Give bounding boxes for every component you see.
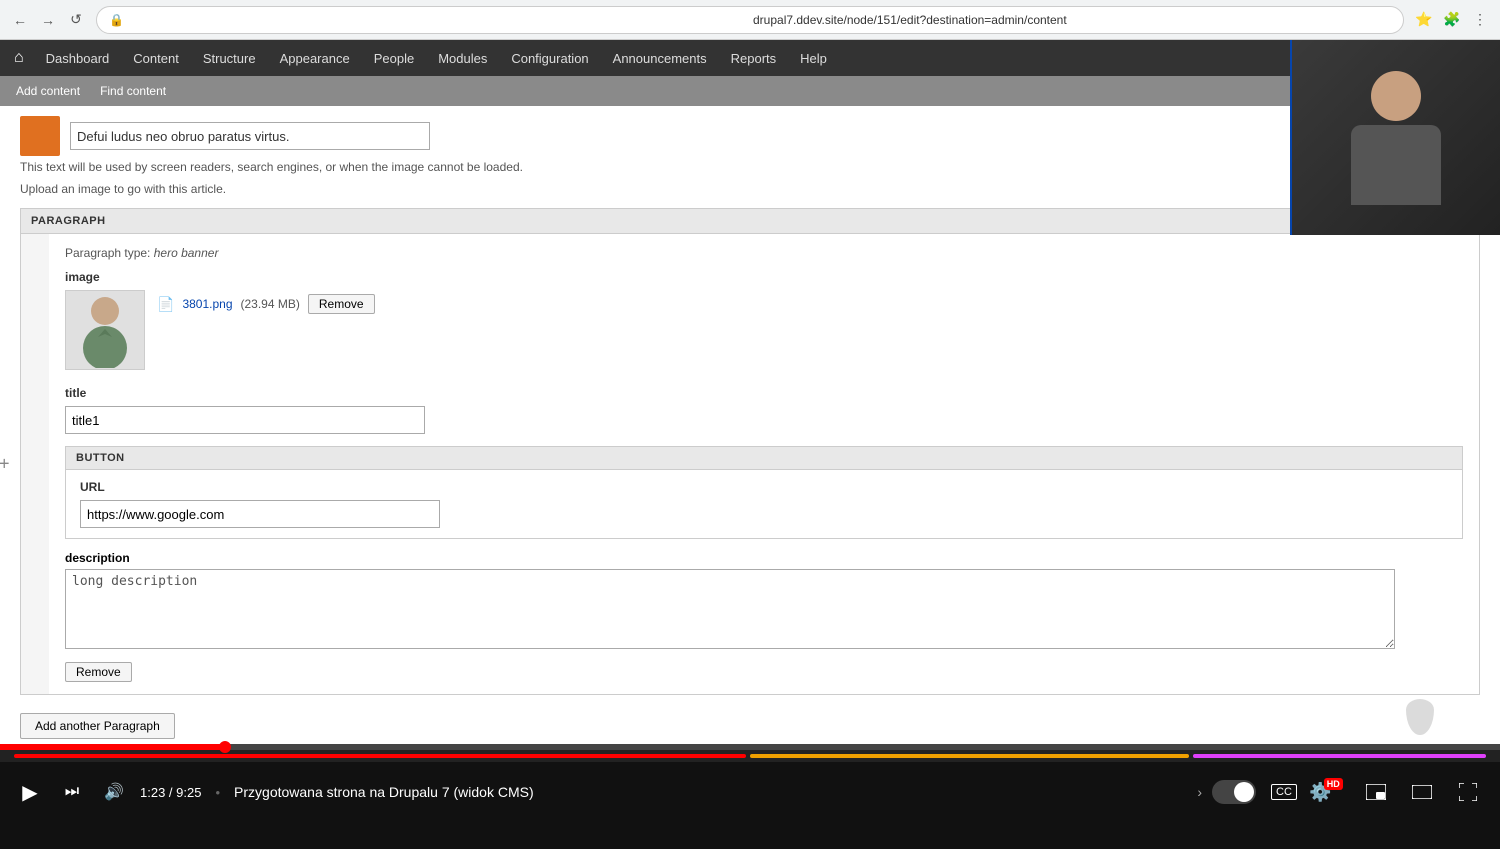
remove-paragraph-button[interactable]: Remove bbox=[65, 662, 132, 682]
image-preview bbox=[65, 290, 145, 370]
title-separator: • bbox=[215, 785, 220, 800]
url-label: URL bbox=[80, 480, 1448, 494]
alt-text-hint: This text will be used by screen readers… bbox=[20, 160, 1480, 174]
speed-toggle-container[interactable] bbox=[1212, 780, 1256, 804]
paragraph-section-header: PARAGRAPH bbox=[21, 209, 1479, 234]
progress-bar-container[interactable] bbox=[0, 744, 1500, 750]
video-controls: ▶ ⏭ 🔊 1:23 / 9:25 • Przygotowana strona … bbox=[0, 744, 1500, 849]
time-display: 1:23 / 9:25 bbox=[140, 785, 201, 800]
toolbar-item-appearance[interactable]: Appearance bbox=[268, 40, 362, 76]
upload-hint: Upload an image to go with this article. bbox=[20, 182, 1480, 196]
url-field: URL bbox=[80, 480, 1448, 528]
fullscreen-icon bbox=[1459, 783, 1477, 801]
url-input[interactable] bbox=[80, 500, 440, 528]
chapter-3[interactable] bbox=[1193, 754, 1486, 758]
miniplayer-icon bbox=[1366, 784, 1386, 800]
button-section-body: URL bbox=[66, 470, 1462, 538]
volume-button[interactable]: 🔊 bbox=[98, 776, 130, 808]
chapter-1[interactable] bbox=[14, 754, 746, 758]
bookmark-button[interactable]: ⭐ bbox=[1412, 8, 1436, 32]
video-title: Przygotowana strona na Drupalu 7 (widok … bbox=[234, 784, 1187, 800]
toolbar-item-help[interactable]: Help bbox=[788, 40, 839, 76]
toolbar-item-structure[interactable]: Structure bbox=[191, 40, 268, 76]
toolbar-item-people[interactable]: People bbox=[362, 40, 426, 76]
theater-button[interactable] bbox=[1404, 774, 1440, 810]
watermark-drop bbox=[1406, 699, 1434, 735]
paragraph-wrapper: + Paragraph type: hero banner image bbox=[21, 234, 1479, 694]
forward-button[interactable]: → bbox=[36, 8, 60, 32]
video-person bbox=[1292, 40, 1500, 235]
paragraph-type: Paragraph type: hero banner bbox=[65, 246, 1463, 260]
alt-text-section: This text will be used by screen readers… bbox=[20, 116, 1480, 196]
alt-text-input[interactable] bbox=[70, 122, 430, 150]
file-icon: 📄 bbox=[157, 296, 174, 313]
file-size: (23.94 MB) bbox=[241, 297, 300, 311]
video-overlay bbox=[1290, 40, 1500, 235]
file-link[interactable]: 3801.png bbox=[182, 297, 232, 311]
refresh-button[interactable]: ↺ bbox=[64, 8, 88, 32]
cc-button[interactable]: CC bbox=[1266, 774, 1302, 810]
progress-bar-thumb bbox=[219, 741, 231, 753]
watermark-icon bbox=[1400, 699, 1440, 739]
person-silhouette bbox=[1351, 71, 1441, 205]
person-head bbox=[1371, 71, 1421, 121]
address-bar[interactable]: 🔒 drupal7.ddev.site/node/151/edit?destin… bbox=[96, 6, 1404, 34]
person-body bbox=[1351, 125, 1441, 205]
toolbar-home[interactable]: ⌂ bbox=[4, 49, 34, 67]
browser-nav-buttons: ← → ↺ bbox=[8, 8, 88, 32]
progress-bar-fill bbox=[0, 744, 225, 750]
description-label: description bbox=[65, 551, 1463, 565]
title-field: title bbox=[65, 386, 1463, 434]
secondary-toolbar: Add content Find content bbox=[0, 76, 1500, 106]
description-section: description long description bbox=[65, 551, 1463, 652]
browser-actions: ⭐ 🧩 ⋮ bbox=[1412, 8, 1492, 32]
theater-icon bbox=[1412, 785, 1432, 799]
back-button[interactable]: ← bbox=[8, 8, 32, 32]
image-info: 📄 3801.png (23.94 MB) Remove bbox=[157, 294, 375, 314]
image-label: image bbox=[65, 270, 1463, 284]
speed-toggle-dot bbox=[1234, 782, 1254, 802]
fullscreen-button[interactable] bbox=[1450, 774, 1486, 810]
person-svg bbox=[70, 293, 140, 368]
hd-badge: HD bbox=[1324, 778, 1343, 790]
remove-image-button[interactable]: Remove bbox=[308, 294, 375, 314]
toolbar-items: Dashboard Content Structure Appearance P… bbox=[34, 40, 839, 76]
extensions-button[interactable]: 🧩 bbox=[1440, 8, 1464, 32]
paragraph-section: PARAGRAPH + Paragraph type: hero banner … bbox=[20, 208, 1480, 695]
paragraph-body: Paragraph type: hero banner image bbox=[49, 234, 1479, 694]
add-cross-icon[interactable]: + bbox=[0, 454, 10, 475]
settings-button[interactable]: ⚙️ HD bbox=[1312, 774, 1348, 810]
video-title-arrow: › bbox=[1197, 784, 1202, 800]
toolbar-item-content[interactable]: Content bbox=[121, 40, 191, 76]
main-content: This text will be used by screen readers… bbox=[0, 106, 1500, 744]
url-text: drupal7.ddev.site/node/151/edit?destinat… bbox=[753, 13, 1391, 27]
paragraph-type-value: hero banner bbox=[154, 246, 219, 260]
toolbar-item-modules[interactable]: Modules bbox=[426, 40, 499, 76]
miniplayer-button[interactable] bbox=[1358, 774, 1394, 810]
browser-chrome: ← → ↺ 🔒 drupal7.ddev.site/node/151/edit?… bbox=[0, 0, 1500, 40]
description-textarea[interactable]: long description bbox=[65, 569, 1395, 649]
toolbar-item-announcements[interactable]: Announcements bbox=[601, 40, 719, 76]
admin-toolbar: ⌂ Dashboard Content Structure Appearance… bbox=[0, 40, 1500, 76]
speed-toggle[interactable] bbox=[1212, 780, 1256, 804]
menu-button[interactable]: ⋮ bbox=[1468, 8, 1492, 32]
title-label: title bbox=[65, 386, 1463, 400]
title-input[interactable] bbox=[65, 406, 425, 434]
toolbar-item-dashboard[interactable]: Dashboard bbox=[34, 40, 122, 76]
toolbar-item-configuration[interactable]: Configuration bbox=[499, 40, 600, 76]
toolbar-item-reports[interactable]: Reports bbox=[719, 40, 789, 76]
button-section-header: BUTTON bbox=[66, 447, 1462, 470]
add-paragraph-button[interactable]: Add another Paragraph bbox=[20, 713, 175, 739]
controls-row: ▶ ⏭ 🔊 1:23 / 9:25 • Przygotowana strona … bbox=[0, 762, 1500, 822]
button-nested-section: BUTTON URL bbox=[65, 446, 1463, 539]
skip-button[interactable]: ⏭ bbox=[56, 776, 88, 808]
add-content-link[interactable]: Add content bbox=[8, 82, 88, 100]
find-content-link[interactable]: Find content bbox=[92, 82, 174, 100]
image-field: 📄 3801.png (23.94 MB) Remove bbox=[65, 290, 1463, 370]
play-button[interactable]: ▶ bbox=[14, 776, 46, 808]
remove-section: Remove bbox=[65, 662, 1463, 682]
chapter-2[interactable] bbox=[750, 754, 1189, 758]
